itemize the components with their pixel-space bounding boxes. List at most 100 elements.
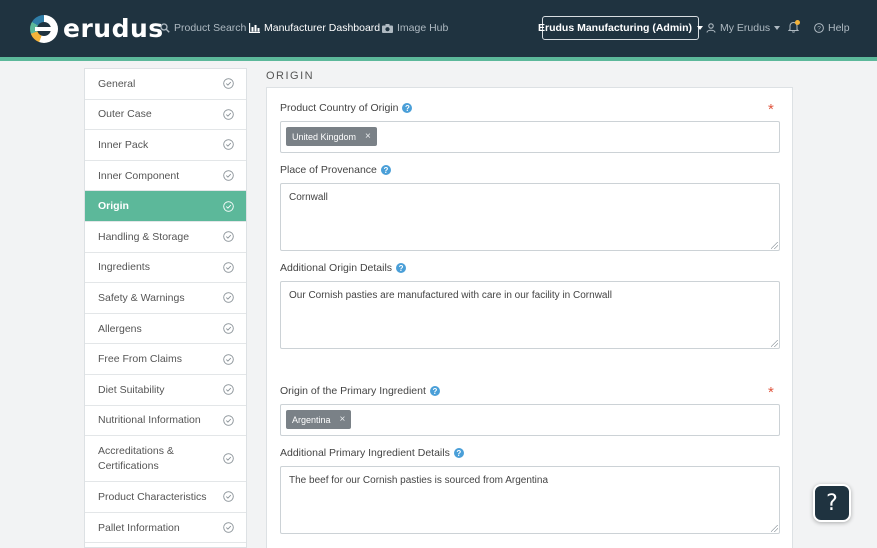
- bar-chart-icon: [249, 23, 260, 33]
- check-circle-icon: [223, 109, 234, 120]
- top-bar-accent: [0, 57, 877, 61]
- question-icon[interactable]: ?: [402, 103, 413, 113]
- place-of-provenance-input[interactable]: Cornwall: [280, 183, 780, 251]
- check-circle-icon: [223, 522, 234, 533]
- sidebar-item-origin[interactable]: Origin: [85, 191, 246, 222]
- sidebar-item-inner-component[interactable]: Inner Component: [85, 161, 246, 192]
- question-icon[interactable]: ?: [453, 448, 464, 458]
- tag-label: United Kingdom: [292, 131, 357, 142]
- organisation-selector-label: Erudus Manufacturing (Admin): [538, 22, 692, 34]
- question-circle-icon: ?: [814, 23, 824, 33]
- check-circle-icon: [223, 231, 234, 243]
- required-marker: *: [768, 101, 774, 118]
- brand-name: erudus: [63, 14, 164, 43]
- sidebar-item-label: Diet Suitability: [98, 383, 165, 396]
- nav-image-hub-label: Image Hub: [397, 22, 449, 34]
- sidebar-item-accreditations[interactable]: Accreditations & Certifications: [85, 436, 246, 483]
- field-label-text: Origin of the Primary Ingredient: [280, 385, 426, 397]
- sidebar-item-general[interactable]: General: [85, 69, 246, 100]
- account-menu[interactable]: My Erudus: [706, 22, 781, 34]
- sidebar-item-label: Outer Case: [98, 108, 152, 121]
- organisation-selector[interactable]: Erudus Manufacturing (Admin): [538, 16, 703, 40]
- camera-icon: [382, 23, 393, 33]
- country-of-origin-label: Product Country of Origin ?: [280, 102, 413, 114]
- close-icon[interactable]: ×: [340, 414, 346, 425]
- textarea-value: Cornwall: [289, 192, 328, 203]
- check-circle-icon: [223, 262, 234, 273]
- sidebar-item-ingredients[interactable]: Ingredients: [85, 253, 246, 284]
- place-of-provenance-label: Place of Provenance ?: [280, 164, 391, 176]
- country-of-origin-select[interactable]: United Kingdom ×: [280, 121, 780, 153]
- search-icon: [160, 23, 170, 33]
- field-label-text: Additional Origin Details: [280, 262, 393, 274]
- check-circle-icon: [223, 384, 234, 395]
- nav-product-search[interactable]: Product Search: [160, 22, 246, 34]
- sidebar-item-safety-warnings[interactable]: Safety & Warnings: [85, 283, 246, 314]
- additional-origin-input[interactable]: Our Cornish pasties are manufactured wit…: [280, 281, 780, 349]
- sidebar-item-inner-pack[interactable]: Inner Pack: [85, 130, 246, 161]
- check-circle-icon: [223, 415, 234, 426]
- selected-tag: United Kingdom ×: [286, 127, 377, 146]
- svg-text:?: ?: [817, 25, 821, 32]
- sidebar-item-nutritional-information[interactable]: Nutritional Information: [85, 406, 246, 437]
- sidebar-item-label: Safety & Warnings: [98, 291, 185, 304]
- sidebar-item-label: Product Characteristics: [98, 490, 207, 503]
- resize-handle-icon[interactable]: [771, 340, 778, 347]
- sidebar-item-label: Nutritional Information: [98, 414, 201, 427]
- nav-image-hub[interactable]: Image Hub: [382, 22, 448, 34]
- required-marker: *: [768, 384, 774, 401]
- sidebar-item-label: Handling & Storage: [98, 230, 190, 243]
- question-icon[interactable]: ?: [429, 386, 440, 396]
- textarea-value: Our Cornish pasties are manufactured wit…: [289, 290, 612, 301]
- question-icon[interactable]: ?: [396, 263, 407, 273]
- tag-label: Argentina: [292, 414, 331, 425]
- textarea-value: The beef for our Cornish pasties is sour…: [289, 475, 549, 486]
- sidebar-item-label: Pallet Information: [98, 521, 180, 534]
- brand-logo[interactable]: erudus: [30, 14, 164, 43]
- check-circle-icon: [223, 200, 234, 212]
- sidebar-item-label: Free From Claims: [98, 353, 183, 366]
- resize-handle-icon[interactable]: [771, 242, 778, 249]
- check-circle-icon: [223, 292, 234, 304]
- primary-ingredient-origin-select[interactable]: Argentina ×: [280, 404, 780, 436]
- sidebar-item-allergens[interactable]: Allergens: [85, 314, 246, 345]
- check-circle-icon: [223, 453, 234, 464]
- check-circle-icon: [223, 353, 234, 365]
- sidebar-item-label: Origin: [98, 200, 129, 213]
- section-sidebar: General Outer Case Inner Pack Inner Comp…: [84, 68, 247, 548]
- additional-primary-input[interactable]: The beef for our Cornish pasties is sour…: [280, 466, 780, 534]
- sidebar-item-label: General: [98, 77, 136, 90]
- check-circle-icon: [223, 170, 234, 181]
- origin-form-panel: Product Country of Origin ? * United Kin…: [266, 87, 793, 548]
- notification-badge: [795, 20, 800, 25]
- close-icon[interactable]: ×: [365, 131, 371, 142]
- chevron-down-icon: [774, 26, 781, 30]
- additional-primary-label: Additional Primary Ingredient Details ?: [280, 447, 464, 459]
- question-icon[interactable]: ?: [380, 165, 391, 175]
- account-menu-label: My Erudus: [720, 22, 771, 34]
- sidebar-item-label: Inner Pack: [98, 138, 149, 151]
- sidebar-item-handling-storage[interactable]: Handling & Storage: [85, 222, 246, 253]
- sidebar-item-pallet-information[interactable]: Pallet Information: [85, 513, 246, 544]
- logo-icon: [30, 14, 58, 43]
- sidebar-item-free-from-claims[interactable]: Free From Claims: [85, 344, 246, 375]
- sidebar-item-label: Allergens: [98, 322, 142, 335]
- section-title: ORIGIN: [266, 70, 315, 82]
- sidebar-item-diet-suitability[interactable]: Diet Suitability: [85, 375, 246, 406]
- resize-handle-icon[interactable]: [771, 525, 778, 532]
- nav-product-search-label: Product Search: [174, 22, 247, 34]
- field-label-text: Place of Provenance: [280, 164, 377, 176]
- field-label-text: Additional Primary Ingredient Details: [280, 447, 450, 459]
- additional-origin-label: Additional Origin Details ?: [280, 262, 407, 274]
- sidebar-item-outer-case[interactable]: Outer Case: [85, 100, 246, 131]
- chevron-down-icon: [697, 26, 703, 30]
- sidebar-item-product-characteristics[interactable]: Product Characteristics: [85, 482, 246, 513]
- sidebar-item-label: Ingredients: [98, 261, 150, 274]
- help-link[interactable]: ? Help: [814, 22, 850, 34]
- selected-tag: Argentina ×: [286, 410, 352, 429]
- floating-help-button[interactable]: ?: [813, 484, 851, 522]
- user-icon: [706, 23, 716, 33]
- nav-manufacturer-dashboard[interactable]: Manufacturer Dashboard: [249, 22, 380, 34]
- nav-manufacturer-dashboard-label: Manufacturer Dashboard: [264, 22, 381, 34]
- check-circle-icon: [223, 491, 234, 503]
